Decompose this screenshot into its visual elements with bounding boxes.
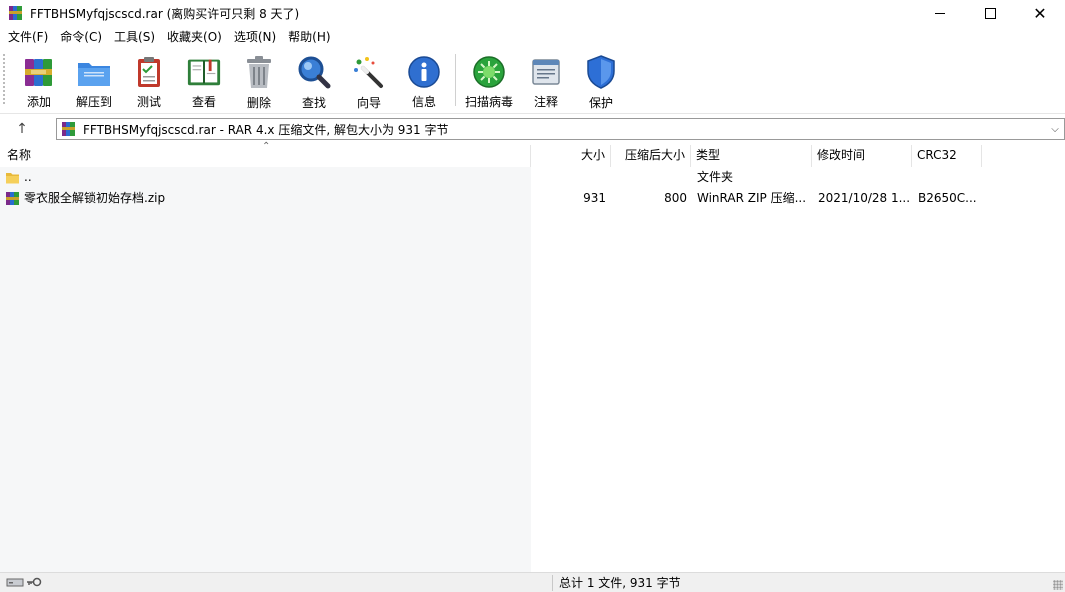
address-path: FFTBHSMyfqjscscd.rar - RAR 4.x 压缩文件, 解包大… xyxy=(83,122,449,137)
magnifier-icon xyxy=(298,56,331,89)
file-name: .. xyxy=(24,170,32,184)
toolbar: 添加 解压到 测试 查看 删除 查找 向导 信息 扫描病毒 注释 保护 xyxy=(0,48,1065,114)
column-type[interactable]: 类型 xyxy=(691,145,812,167)
test-button[interactable]: 测试 xyxy=(121,52,177,110)
comment-label: 注释 xyxy=(533,95,558,109)
scan-virus-label: 扫描病毒 xyxy=(464,95,513,109)
address-bar[interactable]: FFTBHSMyfqjscscd.rar - RAR 4.x 压缩文件, 解包大… xyxy=(56,118,1065,140)
info-label: 信息 xyxy=(411,95,436,109)
status-divider xyxy=(552,575,553,591)
protect-label: 保护 xyxy=(588,96,613,110)
wizard-button[interactable]: 向导 xyxy=(341,52,397,110)
file-size: 931 xyxy=(583,191,606,205)
file-list-header: ⌃ 名称 大小 压缩后大小 类型 修改时间 CRC32 xyxy=(0,141,1065,167)
title-bar: FFTBHSMyfqjscscd.rar (离购买许可只剩 8 天了) ✕ xyxy=(0,0,1065,26)
view-button[interactable]: 查看 xyxy=(176,52,232,110)
info-button[interactable]: 信息 xyxy=(396,52,452,110)
key-icon[interactable] xyxy=(26,576,42,588)
menu-help[interactable]: 帮助(H) xyxy=(282,27,336,47)
test-clipboard-icon xyxy=(138,56,160,87)
file-type: WinRAR ZIP 压缩... xyxy=(697,191,807,205)
winrar-app-icon xyxy=(9,6,22,20)
status-bar: 总计 1 文件, 931 字节 xyxy=(0,572,1065,592)
protect-button[interactable]: 保护 xyxy=(573,52,629,110)
column-size[interactable]: 大小 xyxy=(531,145,611,167)
virus-scan-icon xyxy=(473,55,505,88)
extract-to-label: 解压到 xyxy=(75,95,112,109)
file-list-detail-area xyxy=(531,167,1065,572)
view-label: 查看 xyxy=(191,95,216,109)
menu-options[interactable]: 选项(N) xyxy=(228,27,282,47)
info-icon xyxy=(408,55,440,88)
add-label: 添加 xyxy=(26,95,51,109)
add-books-icon xyxy=(25,58,52,86)
resize-grip[interactable] xyxy=(1053,580,1063,590)
file-name: 零衣服全解锁初始存档.zip xyxy=(24,191,166,205)
rar-archive-icon xyxy=(62,122,75,136)
menu-tools[interactable]: 工具(S) xyxy=(108,27,161,47)
find-button[interactable]: 查找 xyxy=(286,52,342,110)
wizard-label: 向导 xyxy=(356,96,381,110)
find-label: 查找 xyxy=(301,96,326,110)
wizard-wand-icon xyxy=(354,57,383,88)
toolbar-grip xyxy=(3,54,5,106)
scan-virus-button[interactable]: 扫描病毒 xyxy=(461,52,517,110)
window-title: FFTBHSMyfqjscscd.rar (离购买许可只剩 8 天了) xyxy=(30,6,300,21)
menu-file[interactable]: 文件(F) xyxy=(2,27,54,47)
column-modified[interactable]: 修改时间 xyxy=(812,145,912,167)
file-list-name-area xyxy=(0,167,531,572)
table-row-file[interactable]: 零衣服全解锁初始存档.zip 931 800 WinRAR ZIP 压缩... … xyxy=(0,188,1065,209)
view-book-icon xyxy=(187,59,221,85)
toolbar-separator xyxy=(455,54,456,106)
column-crc32[interactable]: CRC32 xyxy=(912,145,982,167)
up-folder-button[interactable]: ↑ xyxy=(10,119,34,139)
address-dropdown-icon[interactable]: ⌵ xyxy=(1046,119,1064,139)
file-crc32: B2650C... xyxy=(918,191,977,205)
delete-button[interactable]: 删除 xyxy=(231,52,287,110)
column-packed-size[interactable]: 压缩后大小 xyxy=(611,145,691,167)
menu-commands[interactable]: 命令(C) xyxy=(54,27,108,47)
status-summary: 总计 1 文件, 931 字节 xyxy=(559,576,681,590)
delete-label: 删除 xyxy=(246,96,271,110)
address-row: ↑ FFTBHSMyfqjscscd.rar - RAR 4.x 压缩文件, 解… xyxy=(0,116,1065,142)
close-button[interactable]: ✕ xyxy=(1015,0,1065,26)
column-name[interactable]: 名称 xyxy=(2,145,531,167)
file-modified: 2021/10/28 1... xyxy=(818,191,910,205)
menu-bar: 文件(F) 命令(C) 工具(S) 收藏夹(O) 选项(N) 帮助(H) xyxy=(0,27,1065,47)
minimize-button[interactable] xyxy=(915,0,965,26)
menu-favorites[interactable]: 收藏夹(O) xyxy=(161,27,228,47)
test-label: 测试 xyxy=(136,95,161,109)
maximize-button[interactable] xyxy=(965,0,1015,26)
trash-icon xyxy=(247,56,271,88)
drive-icon xyxy=(6,578,24,587)
shield-icon xyxy=(587,55,615,89)
add-button[interactable]: 添加 xyxy=(11,52,67,110)
status-icons xyxy=(6,576,42,588)
zip-archive-icon xyxy=(6,192,19,205)
file-type: 文件夹 xyxy=(697,170,734,184)
comment-button[interactable]: 注释 xyxy=(518,52,574,110)
folder-icon xyxy=(6,173,19,184)
extract-to-button[interactable]: 解压到 xyxy=(66,52,122,110)
table-row-parent[interactable]: .. 文件夹 xyxy=(0,167,1065,188)
extract-folder-icon xyxy=(78,62,110,86)
file-packed-size: 800 xyxy=(664,191,687,205)
comment-icon xyxy=(532,58,560,85)
